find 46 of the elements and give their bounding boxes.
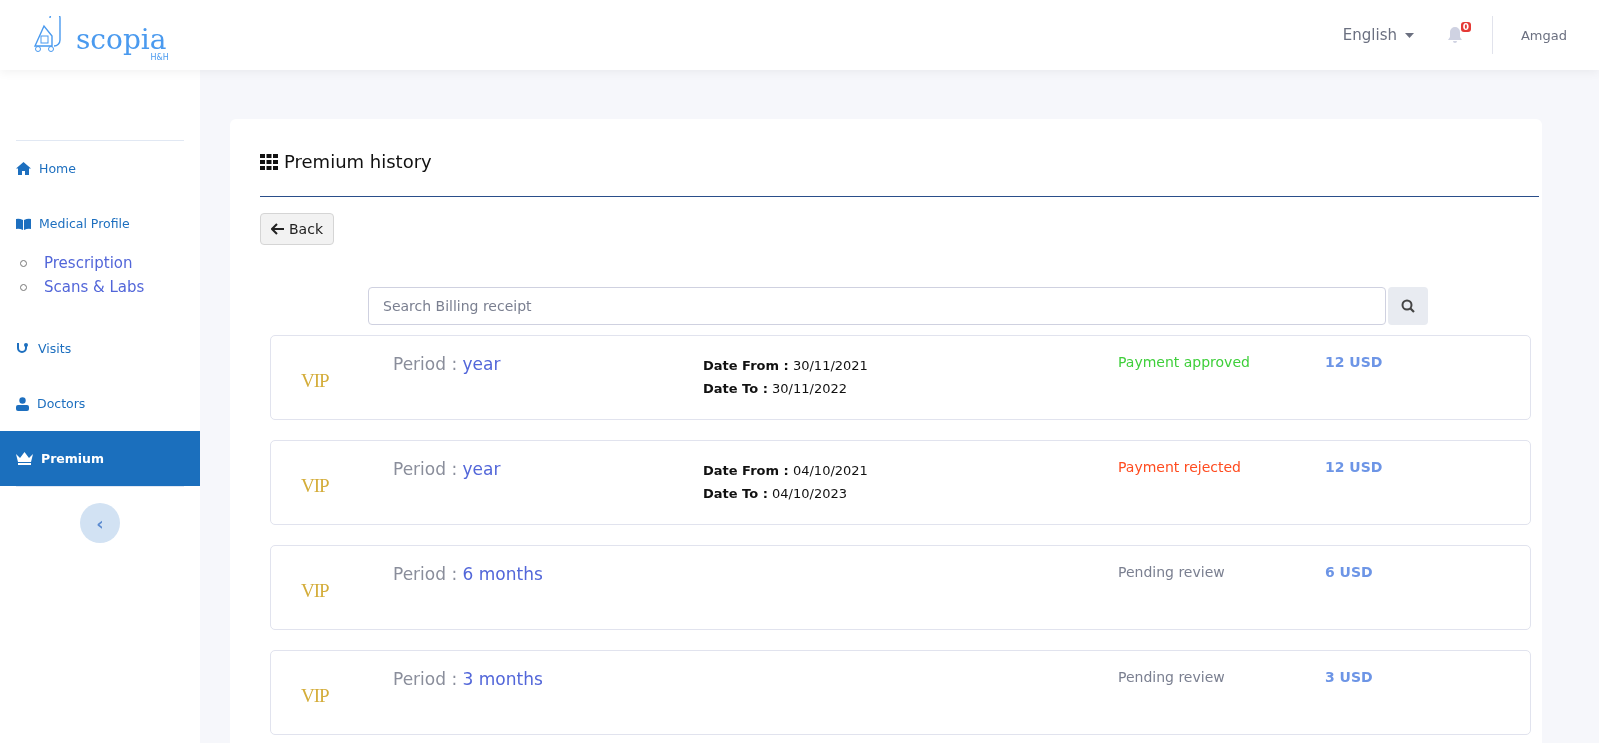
vip-logo-text: VIP [301,475,329,497]
sidebar-subitem[interactable]: Prescription [44,254,133,272]
date-text: Date From : 30/11/2021 [703,357,869,375]
payment-status: Payment approved [1118,354,1251,370]
sidebar-item[interactable]: Premium [0,431,200,486]
date-text: Date From : 04/10/2021 [703,462,869,480]
user-name[interactable]: Amgad [1520,27,1567,43]
caret-icon [1404,32,1414,38]
amount-text: 12 USD [1325,459,1384,475]
vip-logo-text: VIP [301,580,329,602]
stethoscope-icon [16,341,30,356]
language-dropdown[interactable]: English [1342,26,1414,44]
sidebar-item[interactable]: Home [0,141,200,196]
back-button[interactable]: Back [260,213,334,245]
notification-count: 0 [1460,22,1471,32]
sidebar-item[interactable]: Doctors [0,376,200,431]
search-button[interactable] [1388,287,1428,325]
period-text: Period : year [393,459,502,479]
date-text: Date To : 30/11/2022 [703,380,848,398]
amount-text: 3 USD [1325,669,1374,685]
logo-tagline: H&H [150,53,169,62]
sidebar-item[interactable]: Medical Profile [0,196,200,251]
page-title: Premium history [284,151,432,172]
date-text: Date To : 04/10/2023 [703,485,848,503]
sidebar-subitem[interactable]: Scans & Labs [44,278,145,296]
home-icon [16,162,31,175]
period-text: Period : 3 months [393,669,544,689]
amount-text: 12 USD [1325,354,1384,370]
doctor-icon [16,396,29,411]
grid-icon [260,153,278,170]
book-icon [16,217,31,230]
period-text: Period : year [393,354,502,374]
period-text: Period : 6 months [393,564,544,584]
vip-logo-text: VIP [301,370,329,392]
collapse-button[interactable]: ‹ [80,503,120,543]
vip-logo-text: VIP [301,685,329,707]
sidebar-item[interactable]: Visits [0,321,200,376]
crown-icon [16,452,33,465]
logo-text: scopia [76,26,167,54]
search-icon [1401,299,1415,313]
payment-status: Pending review [1118,564,1226,580]
payment-status: Payment rejected [1118,459,1242,475]
left-arrow-icon [271,223,284,235]
amount-text: 6 USD [1325,564,1374,580]
payment-status: Pending review [1118,669,1226,685]
search-field[interactable]: Search Billing receipt [368,287,1386,325]
